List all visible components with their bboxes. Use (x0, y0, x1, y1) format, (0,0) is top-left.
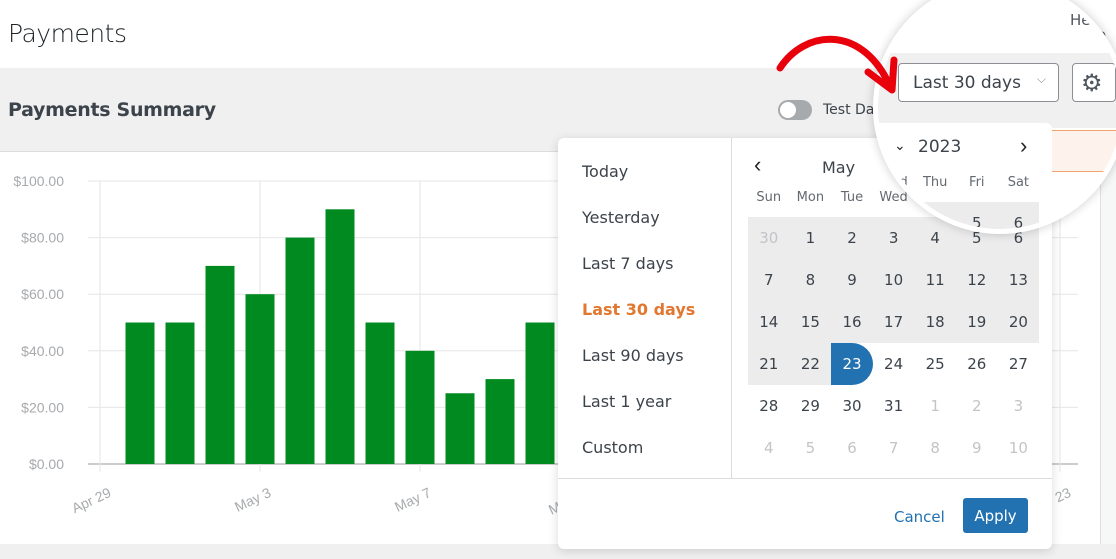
calendar-year[interactable]: 2023 (918, 137, 961, 157)
bar (245, 294, 275, 464)
bar (525, 322, 555, 464)
chevron-left-icon[interactable]: ‹ (754, 152, 761, 178)
y-tick-label: $80.00 (21, 230, 64, 246)
y-tick-label: $20.00 (21, 399, 64, 415)
preset-option[interactable]: Last 7 days (582, 254, 673, 273)
calendar-day[interactable]: 30 (831, 385, 873, 427)
weekday-header: Tue (840, 190, 864, 205)
calendar-day[interactable]: 22 (789, 343, 832, 385)
gear-icon: ⚙ (1081, 70, 1103, 97)
calendar-day[interactable]: 17 (872, 301, 915, 343)
cancel-button[interactable]: Cancel (894, 508, 945, 526)
x-tick-label: May 7 (392, 484, 434, 515)
bar (125, 322, 155, 464)
bar (285, 237, 315, 464)
calendar-day: 6 (997, 202, 1040, 229)
x-tick-label: May 3 (232, 484, 274, 515)
calendar-day[interactable]: 11 (914, 259, 956, 301)
preset-list: Today Yesterday Last 7 days Last 30 days Las… (558, 138, 732, 478)
y-tick-label: $40.00 (21, 343, 64, 359)
calendar-day[interactable]: 9 (831, 259, 873, 301)
settings-button[interactable]: ⚙ (1072, 63, 1116, 102)
bar (205, 265, 235, 464)
calendar-day[interactable]: 21 (748, 343, 790, 385)
apply-button[interactable]: Apply (963, 498, 1028, 533)
chevron-down-icon[interactable]: ⌄ (894, 137, 906, 154)
calendar-day[interactable]: 2 (831, 217, 873, 259)
y-tick-label: $0.00 (29, 456, 64, 472)
bar (485, 379, 515, 464)
payments-page: Payments Help Payments Summary Test Data… (0, 0, 1116, 559)
bar (365, 322, 395, 464)
help-link-magnified[interactable]: Help (1070, 11, 1104, 29)
weekday-header: Sun (756, 190, 782, 205)
chevron-right-icon[interactable]: › (1020, 133, 1027, 159)
calendar-day[interactable]: 10 (998, 427, 1040, 469)
calendar-day[interactable]: 29 (790, 385, 832, 427)
preset-option[interactable]: Last 1 year (582, 392, 671, 411)
calendar-day[interactable]: 24 (873, 343, 915, 385)
calendar-day[interactable]: 3 (998, 385, 1040, 427)
y-tick-label: $60.00 (21, 286, 64, 302)
y-tick-label: $100.00 (13, 173, 64, 189)
calendar-day[interactable]: 2 (956, 385, 998, 427)
chevron-down-icon: ⌵ (1036, 72, 1046, 86)
bar (445, 393, 475, 464)
calendar-day[interactable]: 7 (748, 259, 790, 301)
calendar-month[interactable]: May (822, 158, 855, 177)
calendar-day[interactable]: 19 (956, 301, 998, 343)
calendar-day[interactable]: 4 (748, 427, 790, 469)
bar (165, 322, 195, 464)
summary-title: Payments Summary (8, 99, 216, 121)
annotation-arrow-icon (776, 35, 898, 94)
calendar-day[interactable]: 6 (831, 427, 873, 469)
calendar-day[interactable]: 9 (956, 427, 998, 469)
calendar-day[interactable]: 13 (997, 259, 1040, 301)
weekday-header: Fri (969, 175, 985, 190)
calendar-day[interactable]: 12 (956, 259, 998, 301)
calendar-day[interactable]: 14 (748, 301, 790, 343)
weekday-header: Thu (922, 175, 948, 190)
magnified-calendar: May ⌄ 2023 › SunMonTueWedThuFriSat301234… (878, 123, 1052, 229)
calendar-day[interactable]: 8 (914, 427, 956, 469)
weekday-header: Wed (879, 175, 908, 190)
preset-option[interactable]: Last 30 days (582, 300, 695, 319)
weekday-header: Sat (1007, 175, 1030, 190)
page-title: Payments (8, 19, 127, 48)
calendar-day[interactable]: 30 (748, 217, 790, 259)
calendar-day[interactable]: 1 (789, 217, 832, 259)
preset-option[interactable]: Yesterday (582, 208, 660, 227)
calendar-day[interactable]: 27 (998, 343, 1040, 385)
calendar-day[interactable]: 1 (914, 385, 956, 427)
bar (325, 209, 355, 464)
x-tick-label: Apr 29 (69, 484, 113, 516)
calendar-day[interactable]: 31 (873, 385, 915, 427)
bar (405, 350, 435, 464)
calendar-day[interactable]: 26 (956, 343, 998, 385)
calendar-day[interactable]: 8 (789, 259, 832, 301)
calendar-day[interactable]: 16 (831, 301, 873, 343)
preset-option[interactable]: Custom (582, 438, 643, 457)
dropdown-footer: Cancel Apply (558, 478, 1052, 549)
calendar-day[interactable]: 18 (914, 301, 956, 343)
date-range-select[interactable]: Last 30 days ⌵ (898, 63, 1059, 102)
preset-option[interactable]: Today (582, 162, 628, 181)
magnified-dropdown: May ⌄ 2023 › SunMonTueWedThuFriSat301234… (878, 123, 1052, 229)
weekday-header: Mon (796, 190, 825, 205)
date-range-value: Last 30 days (913, 73, 1021, 93)
calendar-day[interactable]: 5 (790, 427, 832, 469)
highlight-stripe (1052, 130, 1116, 172)
calendar-day[interactable]: 28 (748, 385, 790, 427)
calendar-day[interactable]: 15 (789, 301, 832, 343)
calendar-day[interactable]: 25 (914, 343, 956, 385)
calendar-day[interactable]: 10 (872, 259, 915, 301)
calendar-day[interactable]: 7 (873, 427, 915, 469)
preset-option[interactable]: Last 90 days (582, 346, 684, 365)
calendar-day[interactable]: 20 (997, 301, 1040, 343)
calendar-day-selected[interactable]: 23 (831, 343, 873, 385)
